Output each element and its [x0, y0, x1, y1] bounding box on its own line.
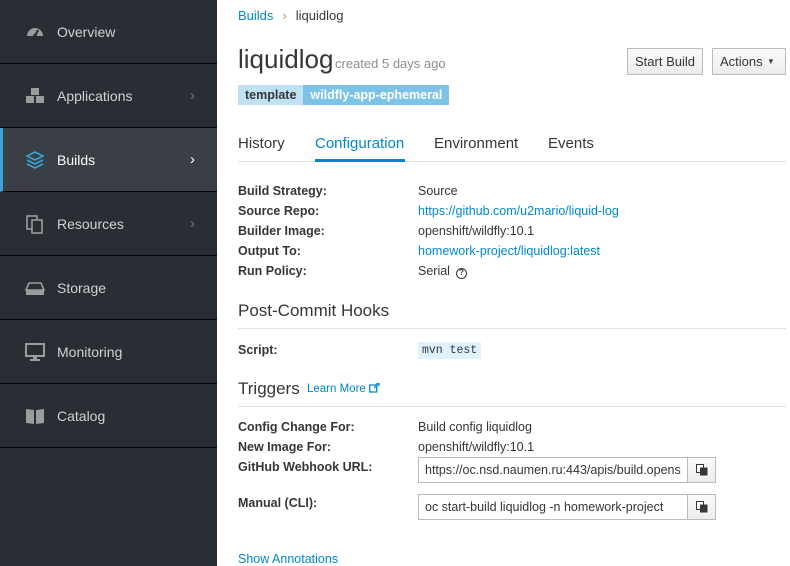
triggers-heading: Triggers	[238, 379, 300, 398]
tab-history[interactable]: History	[238, 135, 285, 152]
sidebar-item-catalog[interactable]: Catalog	[0, 384, 217, 448]
learn-more-label: Learn More	[307, 383, 366, 395]
copy-icon	[695, 464, 707, 476]
new-image-label: New Image For:	[238, 440, 332, 454]
sidebar-item-monitoring[interactable]: Monitoring	[0, 320, 217, 384]
breadcrumb-separator: ›	[282, 8, 287, 23]
source-repo-label: Source Repo:	[238, 204, 320, 218]
book-icon	[26, 408, 44, 424]
tab-bar: History Configuration Environment Events	[238, 125, 786, 162]
start-build-button[interactable]: Start Build	[627, 48, 703, 75]
section-divider	[238, 406, 786, 407]
config-change-label: Config Change For:	[238, 420, 355, 434]
post-commit-hooks-heading: Post-Commit Hooks	[238, 301, 390, 320]
output-to-link[interactable]: homework-project/liquidlog:latest	[418, 244, 600, 258]
copy-button[interactable]	[687, 495, 715, 519]
layers-icon	[25, 150, 45, 169]
build-strategy-label: Build Strategy:	[238, 184, 327, 198]
show-annotations-link[interactable]: Show Annotations	[238, 552, 338, 566]
chevron-right-icon: ›	[190, 86, 195, 104]
label-key: template	[238, 85, 304, 105]
github-webhook-field	[418, 457, 716, 483]
sidebar-item-label: Catalog	[57, 407, 106, 424]
run-policy-value: Serial?	[418, 264, 467, 279]
script-code: mvn test	[418, 342, 482, 359]
build-strategy-value: Source	[418, 184, 458, 198]
breadcrumb: Builds › liquidlog	[238, 8, 343, 23]
config-change-value: Build config liquidlog	[418, 420, 532, 434]
tab-environment[interactable]: Environment	[434, 135, 518, 152]
sidebar-item-overview[interactable]: Overview	[0, 0, 217, 64]
manual-cli-input[interactable]	[419, 495, 687, 519]
copy-button[interactable]	[687, 458, 715, 482]
new-image-value: openshift/wildfly:10.1	[418, 440, 535, 454]
caret-down-icon: ▾	[768, 56, 774, 66]
label-value: wildfly-app-ephemeral	[303, 85, 450, 105]
breadcrumb-current: liquidlog	[295, 8, 344, 23]
source-repo-link[interactable]: https://github.com/u2mario/liquid-log	[418, 204, 619, 218]
script-label: Script:	[238, 343, 278, 357]
sidebar-nav: Overview Applications › Builds › Resourc…	[0, 0, 217, 566]
dashboard-icon	[27, 27, 43, 38]
copy-icon	[695, 501, 707, 513]
chevron-right-icon: ›	[190, 150, 195, 168]
builder-image-value: openshift/wildfly:10.1	[418, 224, 535, 238]
builder-image-label: Builder Image:	[238, 224, 325, 238]
section-divider	[238, 328, 786, 329]
run-policy-label: Run Policy:	[238, 264, 307, 278]
sidebar-item-label: Storage	[57, 279, 107, 296]
sidebar-item-applications[interactable]: Applications ›	[0, 64, 217, 128]
sidebar-item-label: Applications	[57, 87, 133, 104]
actions-label: Actions	[720, 54, 763, 69]
sidebar-item-storage[interactable]: Storage	[0, 256, 217, 320]
main-content: Builds › liquidlog liquidlog created 5 day…	[217, 0, 790, 566]
sidebar-item-label: Monitoring	[57, 343, 123, 360]
run-policy-text: Serial	[418, 264, 450, 278]
sidebar-item-label: Builds	[57, 151, 96, 168]
page-title: liquidlog	[238, 44, 334, 74]
tab-events[interactable]: Events	[548, 135, 594, 152]
breadcrumb-builds-link[interactable]: Builds	[238, 8, 273, 23]
cubes-icon	[26, 87, 44, 103]
manual-cli-label: Manual (CLI):	[238, 496, 318, 510]
chevron-right-icon: ›	[190, 214, 195, 232]
active-tab-indicator	[315, 159, 405, 162]
sidebar-item-label: Resources	[57, 215, 124, 232]
sidebar-item-builds[interactable]: Builds ›	[0, 128, 217, 192]
github-webhook-label: GitHub Webhook URL:	[238, 460, 373, 474]
template-label[interactable]: template wildfly-app-ephemeral	[238, 85, 450, 105]
github-webhook-input[interactable]	[419, 458, 687, 482]
drive-icon	[25, 281, 45, 295]
manual-cli-field	[418, 494, 716, 520]
actions-dropdown-button[interactable]: Actions ▾	[712, 48, 786, 75]
tab-configuration[interactable]: Configuration	[315, 135, 404, 152]
learn-more-link[interactable]: Learn More	[307, 382, 380, 395]
created-timestamp: created 5 days ago	[335, 56, 446, 71]
sidebar-item-resources[interactable]: Resources ›	[0, 192, 217, 256]
external-link-icon	[369, 382, 380, 393]
sidebar-item-label: Overview	[57, 23, 116, 40]
monitor-icon	[25, 342, 45, 361]
output-to-label: Output To:	[238, 244, 301, 258]
files-icon	[26, 214, 43, 234]
help-icon[interactable]: ?	[455, 268, 467, 279]
